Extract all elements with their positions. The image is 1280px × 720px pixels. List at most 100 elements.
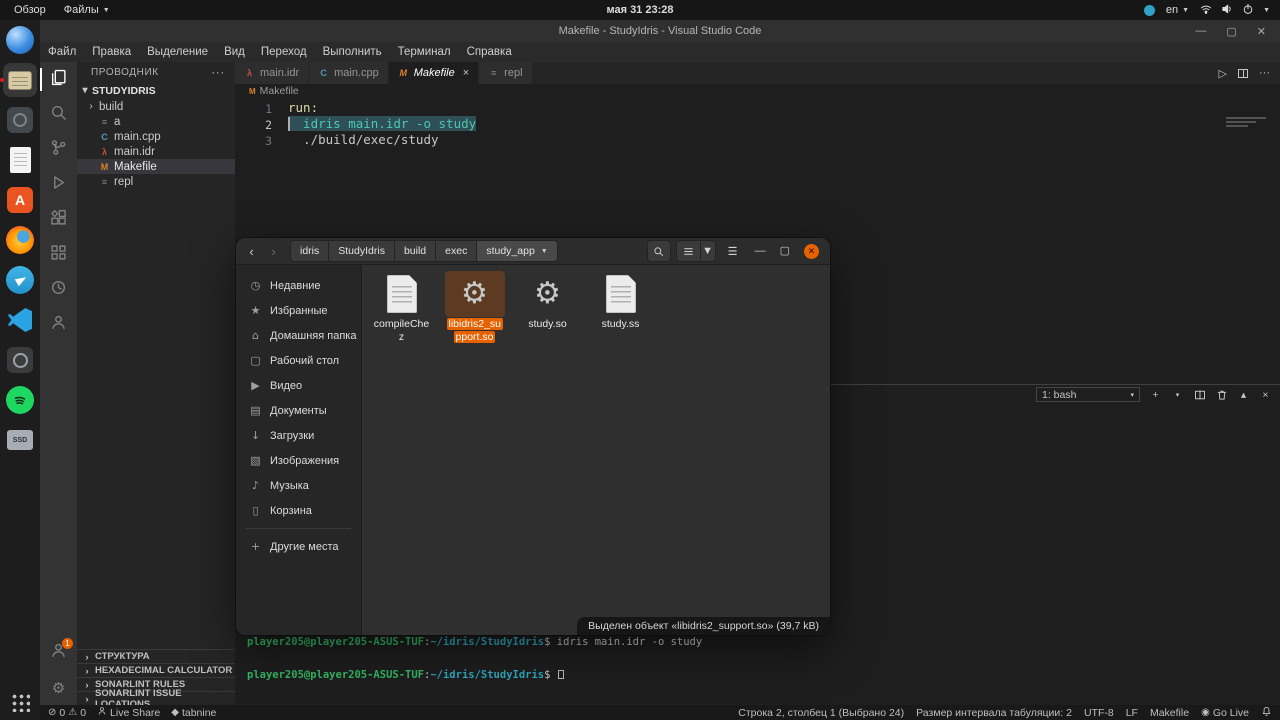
tree-item-main-idr[interactable]: λ main.idr xyxy=(77,144,235,159)
sidebar-item-videos[interactable]: ▶Видео xyxy=(236,373,361,398)
panel-outline[interactable]: ›СТРУКТУРА xyxy=(77,649,235,663)
encoding-indicator[interactable]: UTF-8 xyxy=(1084,707,1114,719)
forward-button[interactable]: › xyxy=(265,244,282,259)
go-live-button[interactable]: ◉Go Live xyxy=(1201,707,1249,719)
view-options-dropdown[interactable]: ▼ xyxy=(700,240,716,262)
more-actions-icon[interactable]: ··· xyxy=(211,65,225,79)
code-area[interactable]: 1 run: 2 idris main.idr -o study 3 ./bui… xyxy=(235,98,1280,148)
sidebar-item-home[interactable]: ⌂Домашняя папка xyxy=(236,323,361,348)
power-icon[interactable] xyxy=(1242,3,1254,18)
close-tab-icon[interactable]: × xyxy=(463,67,469,79)
sidebar-item-pictures[interactable]: ▧Изображения xyxy=(236,448,361,473)
clock[interactable]: мая 31 23:28 xyxy=(0,4,1280,16)
dock-icon-screenshot-tool[interactable] xyxy=(3,343,37,377)
minimap[interactable] xyxy=(1226,117,1266,129)
path-segment-build[interactable]: build xyxy=(395,240,436,262)
sidebar-item-recent[interactable]: ◷Недавние xyxy=(236,273,361,298)
menu-terminal[interactable]: Терминал xyxy=(390,46,459,58)
keyboard-layout-indicator[interactable]: en ▼ xyxy=(1164,0,1191,20)
minimize-button[interactable]: — xyxy=(755,246,766,257)
dock-icon-files[interactable] xyxy=(3,63,37,97)
tabnine-button[interactable]: ◆ tabnine xyxy=(171,707,216,719)
sidebar-item-trash[interactable]: ▯Корзина xyxy=(236,498,361,523)
tree-item-a[interactable]: ≡ a xyxy=(77,114,235,129)
sidebar-item-downloads[interactable]: ↓Загрузки xyxy=(236,423,361,448)
menu-edit[interactable]: Правка xyxy=(84,46,139,58)
activity-search[interactable] xyxy=(40,97,77,132)
run-button[interactable]: ▷ xyxy=(1219,67,1227,80)
dock-icon-ubuntu-software[interactable]: A xyxy=(3,183,37,217)
network-icon[interactable] xyxy=(1200,3,1212,18)
dock-icon-settings[interactable] xyxy=(3,103,37,137)
kill-terminal-icon[interactable] xyxy=(1215,389,1228,401)
sidebar-item-music[interactable]: ♪Музыка xyxy=(236,473,361,498)
panel-hex-calculator[interactable]: ›HEXADECIMAL CALCULATOR xyxy=(77,663,235,677)
language-mode-indicator[interactable]: Makefile xyxy=(1150,707,1189,719)
activity-extensions[interactable] xyxy=(40,202,77,237)
volume-icon[interactable] xyxy=(1221,3,1233,18)
path-segment-exec[interactable]: exec xyxy=(436,240,477,262)
cursor-position-indicator[interactable]: Строка 2, столбец 1 (Выбрано 24) xyxy=(738,707,904,719)
sidebar-item-desktop[interactable]: ▢Рабочий стол xyxy=(236,348,361,373)
tree-item-makefile[interactable]: M Makefile xyxy=(77,159,235,174)
indentation-indicator[interactable]: Размер интервала табуляции: 2 xyxy=(916,707,1072,719)
code-line-3[interactable]: 3 ./build/exec/study xyxy=(235,132,1280,148)
dock-icon-telegram[interactable] xyxy=(3,263,37,297)
sidebar-item-documents[interactable]: ▤Документы xyxy=(236,398,361,423)
file-item-study-so[interactable]: ⚙ study.so xyxy=(511,271,584,343)
tree-item-repl[interactable]: ≡ repl xyxy=(77,174,235,189)
menu-selection[interactable]: Выделение xyxy=(139,46,216,58)
path-segment-idris[interactable]: idris xyxy=(290,240,329,262)
eol-indicator[interactable]: LF xyxy=(1126,707,1138,719)
new-terminal-button[interactable]: + xyxy=(1149,389,1162,401)
maximize-button[interactable]: ▢ xyxy=(780,246,790,257)
close-button[interactable]: ✕ xyxy=(1257,25,1266,38)
dock-icon-spotify[interactable] xyxy=(3,383,37,417)
code-line-1[interactable]: 1 run: xyxy=(235,100,1280,116)
dock-icon-text-editor[interactable] xyxy=(3,143,37,177)
more-actions-icon[interactable]: ··· xyxy=(1259,67,1270,79)
dock-icon-vscode[interactable] xyxy=(3,303,37,337)
menu-help[interactable]: Справка xyxy=(459,46,520,58)
activities-button[interactable]: Обзор xyxy=(6,0,54,20)
tree-item-build[interactable]: › build xyxy=(77,99,235,114)
search-button[interactable] xyxy=(647,240,671,262)
files-content-area[interactable]: compileChez ⚙ libidris2_support.so ⚙ stu… xyxy=(362,265,830,635)
maximize-panel-icon[interactable]: ▴ xyxy=(1237,389,1250,401)
activity-explorer[interactable] xyxy=(40,62,77,97)
live-share-button[interactable]: Live Share xyxy=(97,706,160,719)
file-item-libidris2-support-so[interactable]: ⚙ libidris2_support.so xyxy=(438,271,511,343)
problems-indicator[interactable]: ⊘0 ⚠0 xyxy=(48,707,86,719)
path-segment-study-app[interactable]: study_app ▼ xyxy=(477,240,557,262)
explorer-root-folder[interactable]: ▾ STUDYIDRIS xyxy=(77,82,235,99)
menu-view[interactable]: Вид xyxy=(216,46,253,58)
back-button[interactable]: ‹ xyxy=(243,244,260,259)
sidebar-item-starred[interactable]: ★Избранные xyxy=(236,298,361,323)
activity-live-share[interactable] xyxy=(40,307,77,342)
hamburger-menu-button[interactable]: ☰ xyxy=(721,240,745,262)
dock-icon-browser[interactable] xyxy=(3,23,37,57)
focused-app-menu[interactable]: Файлы ▼ xyxy=(56,0,118,20)
file-item-compilechez[interactable]: compileChez xyxy=(365,271,438,343)
chevron-down-icon[interactable]: ▾ xyxy=(1171,391,1184,399)
terminal-selector[interactable]: 1: bash ▾ xyxy=(1036,387,1140,402)
activity-sonarlint[interactable] xyxy=(40,237,77,272)
tab-main-cpp[interactable]: Cmain.cpp xyxy=(309,62,389,84)
activity-settings[interactable]: ⚙ xyxy=(40,670,77,705)
path-segment-studyidris[interactable]: StudyIdris xyxy=(329,240,395,262)
minimize-button[interactable]: — xyxy=(1195,25,1206,38)
activity-accounts[interactable]: 1 xyxy=(40,635,77,670)
menu-file[interactable]: Файл xyxy=(40,46,84,58)
sidebar-item-other-locations[interactable]: +Другие места xyxy=(236,534,361,559)
code-line-2[interactable]: 2 idris main.idr -o study xyxy=(235,116,1280,132)
dock-icon-ssd-drive[interactable]: SSD xyxy=(3,423,37,457)
activity-history[interactable] xyxy=(40,272,77,307)
tree-item-main-cpp[interactable]: C main.cpp xyxy=(77,129,235,144)
close-button[interactable]: ✕ xyxy=(804,244,819,259)
breadcrumb[interactable]: M Makefile xyxy=(235,84,1280,98)
panel-sonarlint-issues[interactable]: ›SONARLINT ISSUE LOCATIONS xyxy=(77,691,235,705)
tab-main-idr[interactable]: λmain.idr xyxy=(235,62,309,84)
file-item-study-ss[interactable]: study.ss xyxy=(584,271,657,343)
system-menu-chevron-icon[interactable]: ▼ xyxy=(1263,7,1270,14)
close-panel-icon[interactable]: × xyxy=(1259,389,1272,401)
